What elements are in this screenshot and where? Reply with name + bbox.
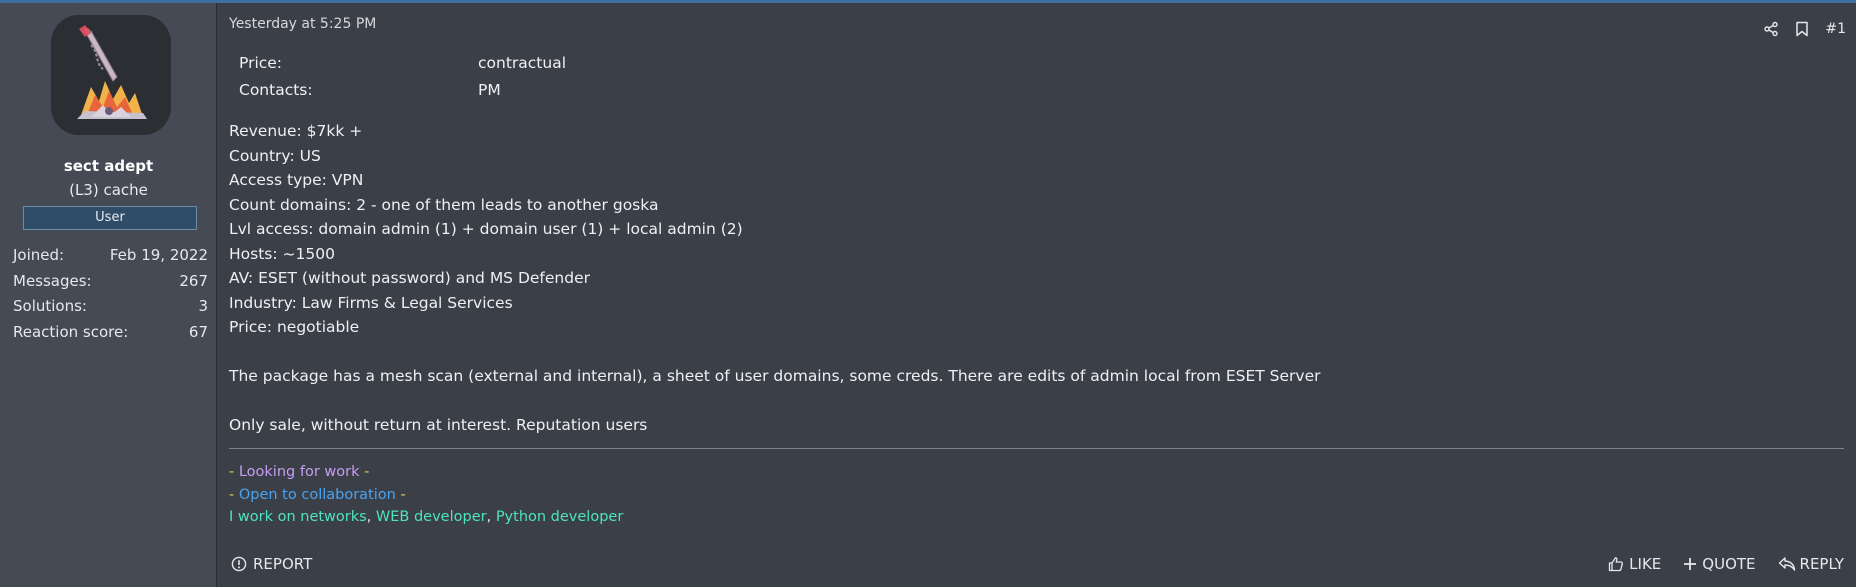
sig-networks: I work on networks: [229, 509, 367, 525]
body-line: Industry: Law Firms & Legal Services: [229, 293, 513, 312]
bookmark-icon[interactable]: [1795, 21, 1809, 37]
sig-looking-for-work: Looking for work: [238, 464, 360, 480]
field-value: contractual: [478, 54, 567, 72]
report-button[interactable]: REPORT: [231, 555, 312, 573]
user-title: (L3) cache: [69, 181, 148, 199]
body-line: AV: ESET (without password) and MS Defen…: [229, 269, 590, 287]
signature: - Looking for work - - Open to collabora…: [229, 461, 623, 529]
quote-button[interactable]: QUOTE: [1683, 555, 1756, 573]
sig-python-developer: Python developer: [495, 509, 624, 525]
reply-button[interactable]: REPLY: [1778, 555, 1844, 573]
sig-dash: -: [359, 464, 370, 480]
report-label: REPORT: [253, 555, 313, 573]
post-timestamp[interactable]: Yesterday at 5:25 PM: [229, 16, 376, 32]
sig-separator: ,: [366, 509, 376, 525]
stat-label: Solutions:: [13, 297, 87, 315]
stat-solutions: Solutions: 3: [13, 297, 208, 323]
body-line: Revenue: $7kk +: [229, 122, 363, 140]
body-line: Country: US: [229, 146, 321, 165]
sig-web-developer: WEB developer: [375, 509, 487, 525]
forum-post: sect adept (L3) cache User Joined: Feb 1…: [0, 3, 1856, 587]
stat-messages: Messages: 267: [13, 272, 208, 298]
sig-dash: -: [229, 486, 239, 503]
body-line: Price: negotiable: [229, 318, 360, 336]
post-footer-actions: LIKE QUOTE REPLY: [1586, 555, 1844, 573]
report-icon: [231, 556, 247, 572]
burning-sword-avatar-image: [51, 15, 171, 135]
body-paragraph: Only sale, without return at interest. R…: [229, 416, 648, 434]
username[interactable]: sect adept: [0, 157, 217, 175]
sig-dash: -: [229, 464, 239, 480]
share-icon[interactable]: [1763, 21, 1779, 37]
post-number-link[interactable]: #1: [1825, 21, 1846, 37]
reply-arrow-icon: [1778, 556, 1796, 572]
signature-line: I work on networks, WEB developer, Pytho…: [229, 506, 623, 529]
stat-value: Feb 19, 2022: [109, 246, 208, 264]
message-panel: Yesterday at 5:25 PM #1 Price: contractu…: [217, 3, 1856, 587]
post-body: Price: contractual Contacts: PM Revenue:…: [229, 50, 1836, 438]
stat-value[interactable]: 3: [198, 297, 208, 323]
stat-value: 67: [188, 322, 208, 341]
field-key: Price:: [239, 54, 283, 72]
signature-line: - Open to collaboration -: [229, 484, 623, 507]
avatar[interactable]: [51, 15, 171, 135]
user-stats: Joined: Feb 19, 2022 Messages: 267 Solut…: [13, 246, 208, 348]
body-line: Hosts: ~1500: [229, 244, 335, 263]
sig-open-to-collaboration: Open to collaboration: [238, 486, 396, 503]
field-row: Contacts: PM: [229, 77, 1836, 104]
signature-divider: [229, 448, 1844, 449]
stat-reaction-score: Reaction score: 67: [13, 323, 208, 349]
stat-value[interactable]: 267: [179, 272, 208, 298]
body-line: Access type: VPN: [229, 171, 364, 189]
sig-separator: ,: [486, 509, 496, 525]
stat-joined: Joined: Feb 19, 2022: [13, 246, 208, 272]
like-label: LIKE: [1629, 555, 1662, 573]
stat-label: Joined:: [13, 246, 65, 264]
field-key: Contacts:: [239, 81, 313, 99]
field-row: Price: contractual: [229, 50, 1836, 77]
stat-label: Messages:: [13, 271, 92, 290]
user-role-banner: User: [23, 206, 197, 230]
sig-dash: -: [395, 486, 406, 503]
body-paragraph: The package has a mesh scan (external an…: [229, 367, 1321, 385]
like-button[interactable]: LIKE: [1608, 555, 1661, 573]
user-info-panel: sect adept (L3) cache User Joined: Feb 1…: [0, 3, 217, 587]
body-line: Count domains: 2 - one of them leads to …: [229, 195, 659, 214]
thumbs-up-icon: [1608, 556, 1624, 572]
signature-line: - Looking for work -: [229, 461, 623, 484]
quote-label: QUOTE: [1702, 555, 1756, 573]
post-header-actions: #1: [1747, 21, 1846, 37]
field-value: PM: [478, 81, 501, 99]
body-line: Lvl access: domain admin (1) + domain us…: [229, 220, 743, 238]
stat-label: Reaction score:: [13, 322, 129, 341]
plus-icon: [1683, 557, 1697, 571]
reply-label: REPLY: [1799, 555, 1844, 573]
